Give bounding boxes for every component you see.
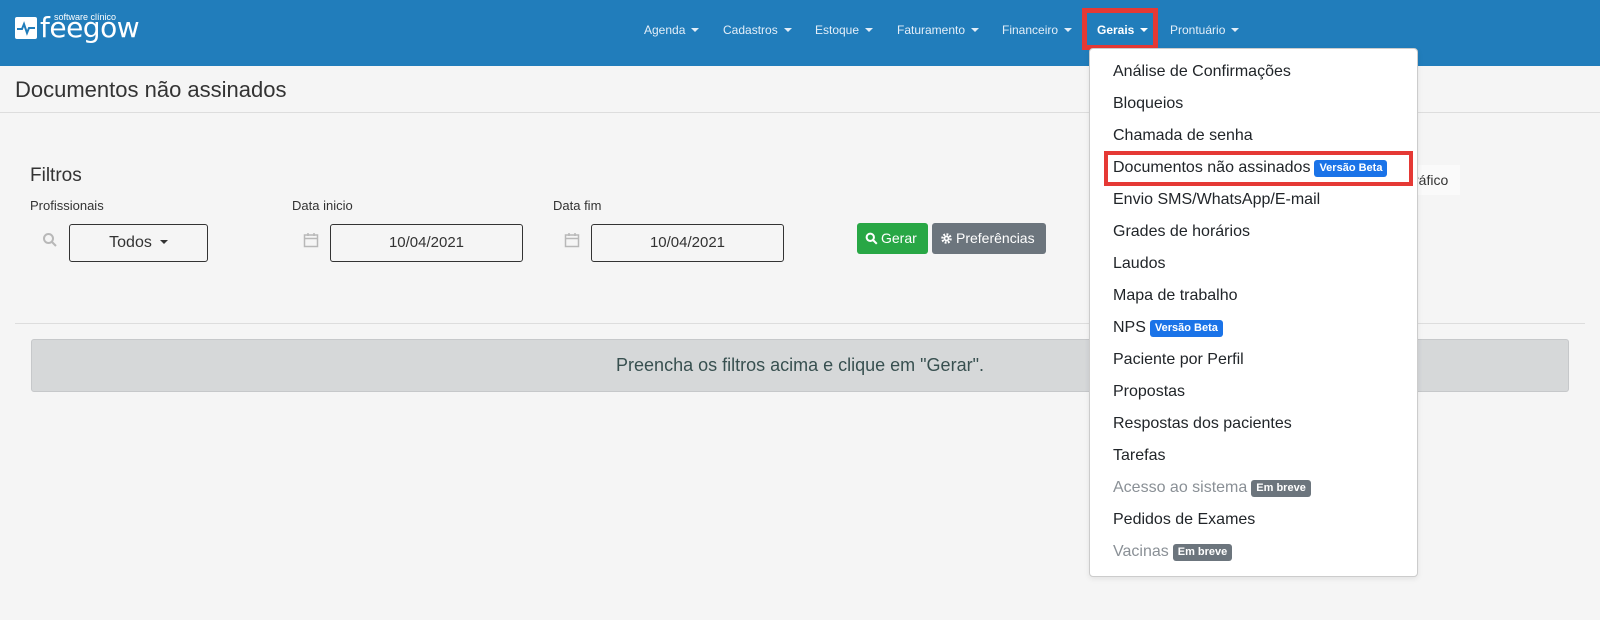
nav-cadastros[interactable]: Cadastros xyxy=(723,23,792,37)
nav-faturamento[interactable]: Faturamento xyxy=(897,23,980,37)
menu-item-propostas[interactable]: Propostas xyxy=(1113,381,1185,403)
menu-item-chamada-senha[interactable]: Chamada de senha xyxy=(1113,125,1253,147)
menu-item-label: Paciente por Perfil xyxy=(1113,351,1244,368)
menu-item-pedidos-exames[interactable]: Pedidos de Exames xyxy=(1113,509,1255,531)
menu-item-nps[interactable]: NPS Versão Beta xyxy=(1113,317,1223,339)
gear-icon xyxy=(941,233,952,244)
menu-item-label: Vacinas xyxy=(1113,543,1169,560)
gerais-dropdown-menu: Análise de Confirmações Bloqueios Chamad… xyxy=(1089,48,1418,577)
logo-text: software clínico feegow xyxy=(40,12,140,42)
search-icon xyxy=(42,232,58,248)
menu-item-vacinas: Vacinas Em breve xyxy=(1113,541,1233,563)
menu-item-label: Envio SMS/WhatsApp/E-mail xyxy=(1113,191,1321,208)
data-fim-input[interactable]: 10/04/2021 xyxy=(591,224,784,262)
page-title: Documentos não assinados xyxy=(15,77,287,102)
caret-down-icon xyxy=(783,27,792,32)
menu-item-label: Propostas xyxy=(1113,383,1186,400)
caret-down-icon xyxy=(865,27,874,32)
menu-item-bloqueios[interactable]: Bloqueios xyxy=(1113,93,1183,115)
menu-item-label: Laudos xyxy=(1113,255,1166,272)
profissionais-dropdown[interactable]: Todos xyxy=(69,224,208,262)
coming-soon-badge: Em breve xyxy=(1172,544,1233,561)
menu-item-label: Acesso ao sistema xyxy=(1113,479,1248,496)
menu-item-grades-horarios[interactable]: Grades de horários xyxy=(1113,221,1250,243)
documentos-highlight-box xyxy=(1104,151,1413,186)
menu-item-label: NPS xyxy=(1113,319,1146,336)
menu-item-label: Chamada de senha xyxy=(1113,127,1253,144)
logo-tagline: software clínico xyxy=(54,12,117,22)
data-inicio-label: Data inicio xyxy=(292,198,353,213)
caret-down-icon xyxy=(159,239,168,244)
nav-prontuario-label: Prontuário xyxy=(1170,23,1226,37)
logo-mark-icon xyxy=(15,17,37,39)
nav-faturamento-label: Faturamento xyxy=(897,23,966,37)
nav-financeiro-label: Financeiro xyxy=(1002,23,1059,37)
menu-item-label: Grades de horários xyxy=(1113,223,1250,240)
nav-estoque-label: Estoque xyxy=(815,23,860,37)
menu-item-analise-confirmacoes[interactable]: Análise de Confirmações xyxy=(1113,61,1291,83)
beta-badge: Versão Beta xyxy=(1149,320,1223,337)
preferencias-label: Preferências xyxy=(956,230,1035,246)
menu-item-label: Tarefas xyxy=(1113,447,1166,464)
gerar-label: Gerar xyxy=(881,230,917,246)
nav-prontuario[interactable]: Prontuário xyxy=(1170,23,1240,37)
menu-item-tarefas[interactable]: Tarefas xyxy=(1113,445,1165,467)
nav-agenda[interactable]: Agenda xyxy=(644,23,700,37)
menu-item-label: Mapa de trabalho xyxy=(1113,287,1238,304)
caret-down-icon xyxy=(1064,27,1073,32)
nav-cadastros-label: Cadastros xyxy=(723,23,778,37)
menu-item-envio-sms[interactable]: Envio SMS/WhatsApp/E-mail xyxy=(1113,189,1320,211)
feegow-logo[interactable]: software clínico feegow xyxy=(15,12,140,42)
menu-item-label: Respostas dos pacientes xyxy=(1113,415,1292,432)
nav-estoque[interactable]: Estoque xyxy=(815,23,874,37)
filters-title: Filtros xyxy=(30,165,82,186)
caret-down-icon xyxy=(691,27,700,32)
menu-item-paciente-perfil[interactable]: Paciente por Perfil xyxy=(1113,349,1244,371)
gerais-highlight-box xyxy=(1082,8,1158,50)
coming-soon-badge: Em breve xyxy=(1251,480,1311,497)
menu-item-label: Análise de Confirmações xyxy=(1113,63,1291,80)
calendar-icon xyxy=(303,232,319,248)
nav-agenda-label: Agenda xyxy=(644,23,686,37)
calendar-icon xyxy=(564,232,580,248)
caret-down-icon xyxy=(1231,27,1240,32)
menu-item-respostas-pacientes[interactable]: Respostas dos pacientes xyxy=(1113,413,1292,435)
search-icon xyxy=(865,232,878,245)
menu-item-label: Bloqueios xyxy=(1113,95,1184,112)
menu-item-laudos[interactable]: Laudos xyxy=(1113,253,1166,275)
nav-financeiro[interactable]: Financeiro xyxy=(1002,23,1073,37)
grafico-toggle-fragment[interactable]: ráfico xyxy=(1412,165,1460,195)
menu-item-label: Pedidos de Exames xyxy=(1113,511,1256,528)
menu-item-mapa-trabalho[interactable]: Mapa de trabalho xyxy=(1113,285,1238,307)
caret-down-icon xyxy=(971,27,980,32)
profissionais-label: Profissionais xyxy=(30,198,104,213)
gerar-button[interactable]: Gerar xyxy=(857,223,928,254)
profissionais-value: Todos xyxy=(109,234,152,251)
data-fim-label: Data fim xyxy=(553,198,602,213)
preferencias-button[interactable]: Preferências xyxy=(932,223,1046,254)
menu-item-acesso-sistema: Acesso ao sistema Em breve xyxy=(1113,477,1311,499)
data-inicio-input[interactable]: 10/04/2021 xyxy=(330,224,523,262)
